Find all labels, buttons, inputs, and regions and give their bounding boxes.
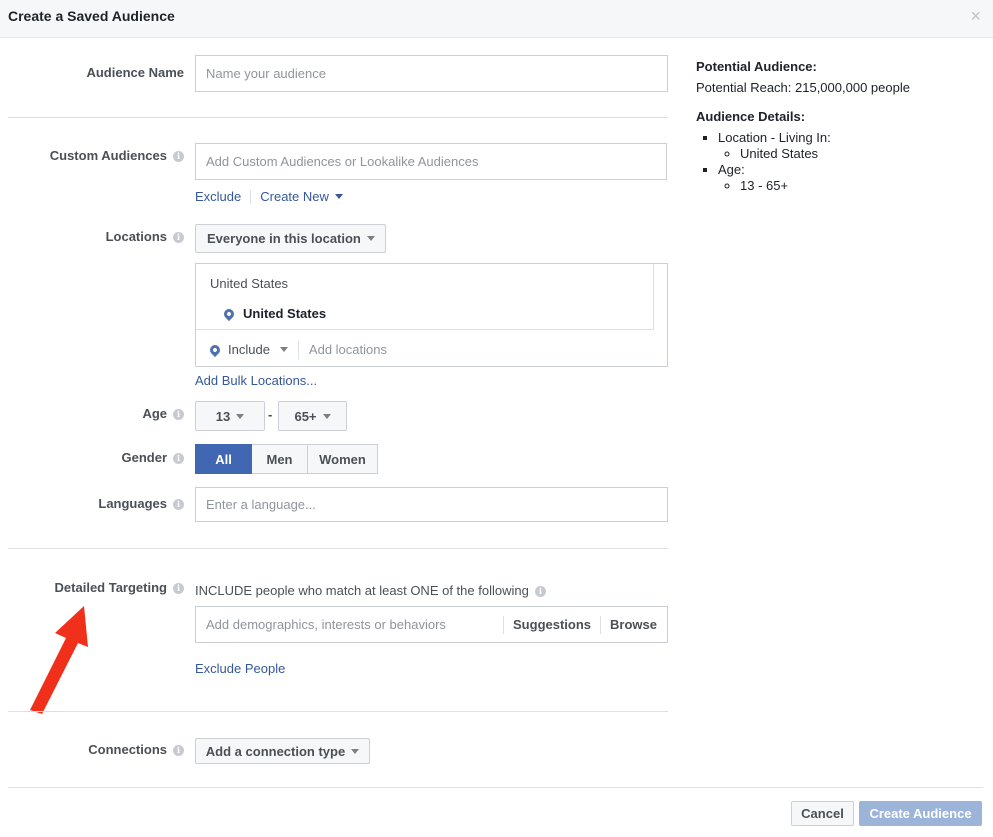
age-min-value: 13: [215, 408, 231, 424]
field-separator: [297, 340, 299, 359]
chevron-down-icon: [351, 748, 360, 754]
custom-audiences-actions: Exclude Create New: [195, 189, 343, 204]
location-list: United States United States: [196, 264, 654, 330]
section-divider: [8, 548, 668, 549]
connection-type-value: Add a connection type: [205, 743, 346, 759]
exclude-link[interactable]: Exclude: [195, 189, 241, 204]
audience-name-placeholder: Name your audience: [206, 66, 326, 81]
info-icon[interactable]: i: [173, 232, 184, 243]
locations-label: Locations i: [0, 229, 184, 244]
info-icon[interactable]: i: [534, 586, 546, 597]
footer-divider: [8, 787, 983, 788]
age-label: Age i: [0, 406, 184, 421]
audience-name-label: Audience Name: [86, 65, 184, 80]
custom-audiences-input[interactable]: Add Custom Audiences or Lookalike Audien…: [195, 143, 667, 180]
locations-label-text: Locations: [105, 229, 167, 244]
potential-audience-title: Potential Audience:: [696, 59, 817, 74]
exclude-people-link[interactable]: Exclude People: [195, 661, 285, 676]
custom-audiences-label-text: Custom Audiences: [49, 148, 167, 163]
detailed-targeting-include-text: INCLUDE people who match at least ONE of…: [195, 583, 546, 598]
add-locations-input[interactable]: Add locations: [309, 342, 387, 357]
selected-location-label: United States: [243, 306, 327, 321]
cancel-button[interactable]: Cancel: [791, 801, 854, 826]
connections-label-text: Connections: [88, 742, 167, 757]
info-icon[interactable]: i: [173, 745, 184, 756]
red-arrow-annotation: [30, 606, 88, 714]
section-divider: [8, 117, 668, 118]
gender-label: Gender i: [0, 450, 184, 465]
create-audience-button[interactable]: Create Audience: [859, 801, 982, 826]
chevron-down-icon: [366, 236, 375, 241]
dialog-header: Create a Saved Audience ×: [0, 0, 993, 38]
include-value: Include: [228, 342, 270, 357]
potential-reach: Potential Reach: 215,000,000 people: [696, 80, 910, 95]
detailed-targeting-label: Detailed Targeting i: [0, 580, 184, 595]
info-icon[interactable]: i: [173, 409, 184, 420]
link-separator: [250, 189, 252, 204]
chevron-down-icon: [322, 413, 331, 419]
add-bulk-locations-link[interactable]: Add Bulk Locations...: [195, 373, 317, 388]
create-new-link[interactable]: Create New: [260, 189, 343, 204]
list-item: Age: 13 - 65+: [718, 162, 976, 194]
gender-option-all[interactable]: All: [195, 444, 252, 474]
age-max-dropdown[interactable]: 65+: [278, 401, 347, 431]
include-dropdown[interactable]: Include: [196, 333, 288, 366]
detailed-targeting-field: Add demographics, interests or behaviors…: [195, 606, 668, 643]
chevron-down-icon: [279, 347, 288, 352]
gender-label-text: Gender: [121, 450, 167, 465]
languages-input[interactable]: Enter a language...: [195, 487, 668, 522]
location-add-row: Include Add locations: [196, 333, 667, 366]
info-icon[interactable]: i: [173, 499, 184, 510]
gender-option-women[interactable]: Women: [308, 444, 378, 474]
audience-summary-sidebar: Potential Audience: Potential Reach: 215…: [696, 59, 976, 194]
create-new-label: Create New: [260, 189, 329, 204]
age-separator: -: [268, 407, 273, 422]
list-item: United States: [740, 146, 976, 162]
location-pin-icon: [221, 306, 237, 321]
detailed-targeting-input[interactable]: Add demographics, interests or behaviors: [196, 617, 503, 632]
list-item: Location - Living In: United States: [718, 130, 976, 162]
info-icon[interactable]: i: [173, 453, 184, 464]
languages-label: Languages i: [0, 496, 184, 511]
location-pin-icon: [207, 342, 223, 357]
arrow-shape: [30, 606, 88, 714]
location-type-dropdown[interactable]: Everyone in this location: [195, 224, 386, 253]
age-item-label: Age:: [718, 162, 745, 177]
chevron-down-icon: [236, 413, 245, 419]
suggestions-button[interactable]: Suggestions: [504, 617, 600, 632]
browse-button[interactable]: Browse: [601, 617, 667, 632]
audience-details-title: Audience Details:: [696, 109, 806, 124]
connections-label: Connections i: [0, 742, 184, 757]
gender-selector: All Men Women: [195, 444, 378, 474]
dialog-title: Create a Saved Audience: [8, 8, 175, 24]
age-max-value: 65+: [294, 408, 317, 424]
languages-placeholder: Enter a language...: [206, 497, 316, 512]
location-group-header: United States: [210, 276, 289, 291]
gender-option-men[interactable]: Men: [252, 444, 308, 474]
languages-label-text: Languages: [98, 496, 167, 511]
custom-audiences-placeholder: Add Custom Audiences or Lookalike Audien…: [206, 154, 479, 169]
age-min-dropdown[interactable]: 13: [195, 401, 265, 431]
chevron-down-icon: [334, 194, 343, 199]
info-icon[interactable]: i: [173, 583, 184, 594]
selected-location[interactable]: United States: [221, 306, 327, 321]
location-type-value: Everyone in this location: [207, 231, 361, 246]
location-box: United States United States Include Add …: [195, 263, 668, 367]
location-item-label: Location - Living In:: [718, 130, 831, 145]
list-item: 13 - 65+: [740, 178, 976, 194]
info-icon[interactable]: i: [173, 151, 184, 162]
audience-details-list: Location - Living In: United States Age:…: [718, 130, 976, 194]
connection-type-dropdown[interactable]: Add a connection type: [195, 738, 370, 764]
section-divider: [8, 711, 668, 712]
close-icon[interactable]: ×: [970, 7, 981, 25]
audience-name-input[interactable]: Name your audience: [195, 55, 668, 92]
age-label-text: Age: [142, 406, 167, 421]
include-text: INCLUDE people who match at least ONE of…: [195, 583, 529, 598]
detailed-targeting-label-text: Detailed Targeting: [54, 580, 167, 595]
custom-audiences-label: Custom Audiences i: [0, 148, 184, 163]
